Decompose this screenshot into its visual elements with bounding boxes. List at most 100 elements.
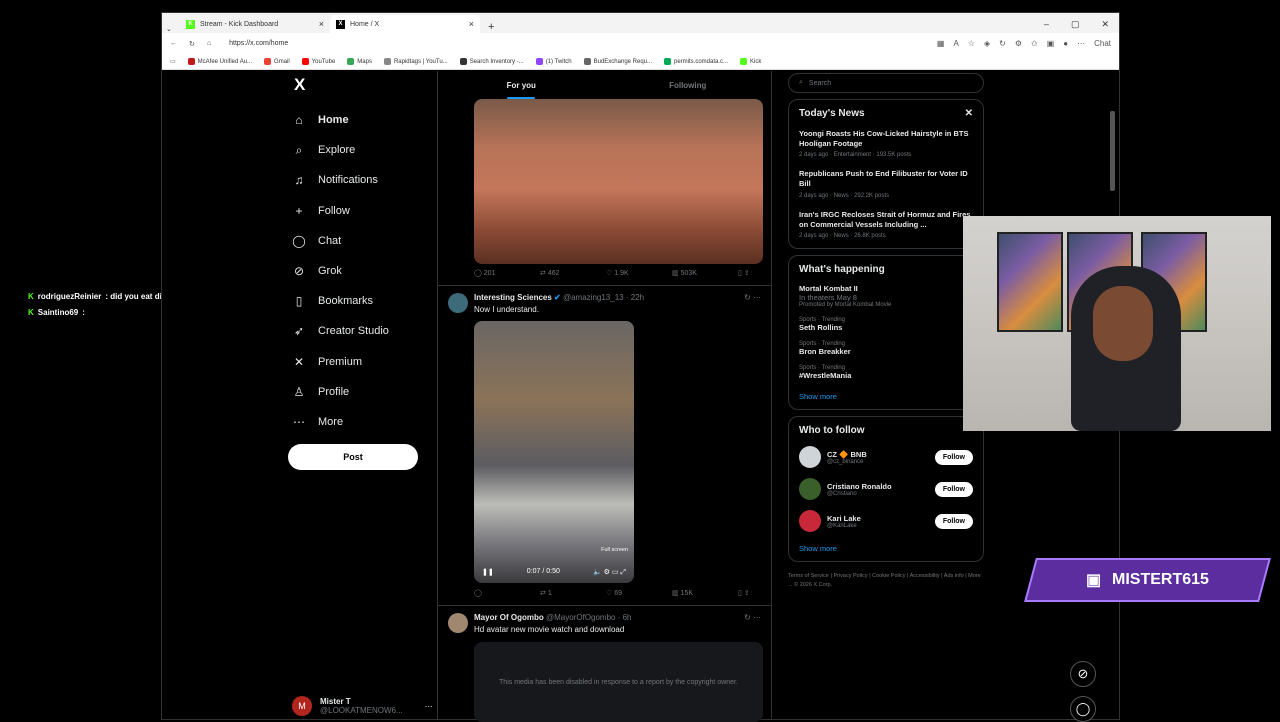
favorites-icon[interactable]: ✩ <box>1031 39 1038 48</box>
tweet-author[interactable]: Interesting Sciences ✔ @amazing13_13 · 2… <box>474 293 644 302</box>
profile-icon[interactable]: ● <box>1063 39 1068 48</box>
repost-button[interactable]: ⇄ 1 <box>540 589 606 597</box>
minimize-icon[interactable]: – <box>1044 19 1049 29</box>
close-icon[interactable]: × <box>319 19 324 29</box>
avatar[interactable] <box>448 613 468 633</box>
bookmark-item[interactable]: Kick <box>740 58 761 65</box>
tweet-author[interactable]: Mayor Of Ogombo @MayorOfOgombo · 6h <box>474 613 632 622</box>
video-player[interactable]: Full screen ❚❚ 0:07 / 0:50 🔈 ⚙ ▭ ⤢ <box>474 321 634 583</box>
repost-button[interactable]: ⇄ 462 <box>540 269 606 277</box>
avatar[interactable] <box>799 446 821 469</box>
show-more-link[interactable]: Show more <box>799 544 973 553</box>
follow-button[interactable]: Follow <box>934 481 973 497</box>
bookmark-item[interactable]: Maps <box>347 58 372 65</box>
new-tab-button[interactable]: + <box>488 21 494 33</box>
nav-item-grok[interactable]: ⊘ Grok <box>292 256 442 286</box>
news-item[interactable]: Yoongi Roasts His Cow-Licked Hairstyle i… <box>799 129 973 159</box>
trend-item[interactable]: Sports · Trending Seth Rollins <box>799 317 973 332</box>
tab-following[interactable]: Following <box>605 71 772 99</box>
footer-links[interactable]: Terms of Service | Privacy Policy | Cook… <box>788 572 984 591</box>
toolbar-icon[interactable]: ▦ <box>937 39 945 48</box>
nav-item-home[interactable]: ⌂ Home <box>292 105 442 135</box>
extension-icon[interactable]: ◈ <box>984 39 990 48</box>
home-button-icon[interactable]: ⌂ <box>207 40 211 47</box>
bookmark-item[interactable]: Gmail <box>264 58 290 65</box>
close-window-icon[interactable]: ✕ <box>1101 19 1109 30</box>
search-input[interactable]: ⌕ Search <box>788 73 984 93</box>
bookmark-item[interactable]: YouTube <box>301 58 335 65</box>
nav-item-follow[interactable]: + Follow <box>292 196 442 226</box>
volume-icon[interactable]: 🔈 ⚙ ▭ ⤢ <box>593 568 626 577</box>
views-button[interactable]: ▥ 503K <box>672 269 738 277</box>
grok-icon[interactable]: ⊘ <box>1070 661 1096 687</box>
refresh-icon[interactable]: ↻ <box>189 40 195 48</box>
nav-item-explore[interactable]: ⌕ Explore <box>292 135 442 165</box>
nav-item-chat[interactable]: ◯ Chat <box>292 226 442 256</box>
follow-suggestion[interactable]: Kari Lake @KariLake Follow <box>799 510 973 533</box>
trend-item[interactable]: Mortal Kombat II In theaters May 8 Promote… <box>799 284 973 308</box>
news-item[interactable]: Republicans Push to End Filibuster for V… <box>799 169 973 199</box>
tab-list-icon[interactable]: ⌄ <box>166 25 180 33</box>
tab-for-you[interactable]: For you <box>438 71 605 99</box>
bookmark-item[interactable]: McAfee Unified Au... <box>187 58 252 65</box>
pause-icon[interactable]: ❚❚ <box>482 568 494 577</box>
tab-kick[interactable]: K Stream - Kick Dashboard × <box>180 15 330 33</box>
reply-button[interactable]: ◯ 201 <box>474 269 540 277</box>
bookmark-folder-icon[interactable]: ▭ <box>170 58 176 65</box>
news-item[interactable]: Iran's IRGC Recloses Strait of Hormuz an… <box>799 210 973 240</box>
bookmark-item[interactable]: Search Inventory -... <box>459 58 524 65</box>
follow-suggestion[interactable]: Cristiano Ronaldo @Cristiano Follow <box>799 478 973 501</box>
tweet-actions: ◯ 201 ⇄ 462 ♡ 1.9K ▥ 503K ▯ ⇪ <box>474 269 750 277</box>
tab-x[interactable]: X Home / X × <box>330 15 480 33</box>
scrollbar[interactable] <box>1110 111 1115 191</box>
trend-item[interactable]: Sports · Trending Bron Breakker <box>799 341 973 356</box>
more-icon[interactable]: ⋯ <box>425 702 433 711</box>
follow-button[interactable]: Follow <box>934 449 973 465</box>
fullscreen-label[interactable]: Full screen <box>601 547 628 553</box>
nav-item-creator-studio[interactable]: ➶ Creator Studio <box>292 316 442 346</box>
views-button[interactable]: ▥ 15K <box>672 589 738 597</box>
collections-icon[interactable]: ▣ <box>1047 39 1055 48</box>
back-icon[interactable]: ← <box>170 40 177 47</box>
reply-button[interactable]: ◯ <box>474 589 540 597</box>
maximize-icon[interactable]: ▢ <box>1071 19 1080 30</box>
messages-icon[interactable]: ◯ <box>1070 696 1096 722</box>
nav-item-notifications[interactable]: ♫ Notifications <box>292 165 442 195</box>
nav-item-bookmarks[interactable]: ▯ Bookmarks <box>292 286 442 316</box>
trend-item[interactable]: Sports · Trending #WrestleMania <box>799 365 973 380</box>
read-aloud-icon[interactable]: A <box>953 39 958 48</box>
post-button[interactable]: Post <box>288 444 418 470</box>
x-logo-icon[interactable]: X <box>294 75 442 95</box>
avatar[interactable] <box>799 510 821 533</box>
avatar[interactable] <box>799 478 821 501</box>
bookmark-item[interactable]: (1) Twitch <box>535 58 572 65</box>
like-button[interactable]: ♡ 1.9K <box>606 269 672 277</box>
copilot-chat-button[interactable]: Chat <box>1094 39 1111 48</box>
follow-suggestion[interactable]: CZ 🔶 BNB @cz_binance Follow <box>799 446 973 469</box>
news-title: Yoongi Roasts His Cow-Licked Hairstyle i… <box>799 129 969 149</box>
favorite-star-icon[interactable]: ☆ <box>968 39 975 48</box>
tweet-image[interactable] <box>474 99 763 264</box>
bookmark-item[interactable]: permits.comdata.c... <box>664 58 728 65</box>
more-icon[interactable]: ↻ ⋯ <box>744 293 761 302</box>
close-icon[interactable]: ✕ <box>965 108 973 119</box>
show-more-link[interactable]: Show more <box>799 392 973 401</box>
like-button[interactable]: ♡ 69 <box>606 589 672 597</box>
tweet[interactable]: Mayor Of Ogombo @MayorOfOgombo · 6h ↻ ⋯ … <box>448 613 761 643</box>
url-field[interactable]: https://x.com/home <box>223 36 883 51</box>
menu-icon[interactable]: ⋯ <box>1077 39 1085 48</box>
follow-button[interactable]: Follow <box>934 513 973 529</box>
nav-item-profile[interactable]: ♙ Profile <box>292 377 442 407</box>
nav-item-more[interactable]: ⋯ More <box>292 407 442 437</box>
bookmark-icon[interactable]: ▯ ⇪ <box>738 269 750 277</box>
nav-item-premium[interactable]: ✕ Premium <box>292 347 442 377</box>
bookmark-icon[interactable]: ▯ ⇪ <box>738 589 750 597</box>
close-icon[interactable]: × <box>469 19 474 29</box>
bookmark-item[interactable]: BudExchange Requ... <box>583 58 652 65</box>
account-switcher[interactable]: M Mister T @LOOKATMENOW6... ⋯ <box>292 696 433 716</box>
more-icon[interactable]: ↻ ⋯ <box>744 613 761 622</box>
bookmark-item[interactable]: Rapidtags | YouTu... <box>383 58 448 65</box>
avatar[interactable] <box>448 293 468 313</box>
extensions-icon[interactable]: ⚙ <box>1015 39 1022 48</box>
refresh-ext-icon[interactable]: ↻ <box>999 39 1006 48</box>
